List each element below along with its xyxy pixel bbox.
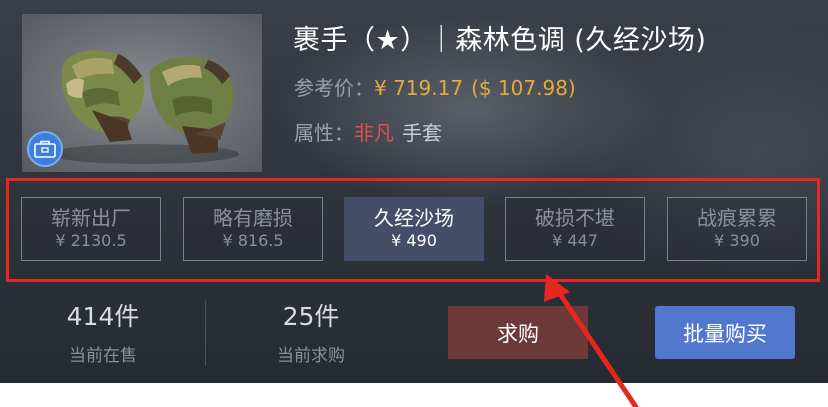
case-icon-glyph xyxy=(34,140,56,158)
item-title: 裹手（★）｜森林色调 (久经沙场) xyxy=(293,25,707,56)
price-cny: ¥ 719.17 xyxy=(374,76,464,100)
rarity-tag: 非凡 xyxy=(354,121,394,145)
wear-name: 略有磨损 xyxy=(213,206,293,230)
wear-price: ¥ 490 xyxy=(391,231,437,250)
stats-divider xyxy=(205,300,206,366)
on-sale-count: 414件 xyxy=(66,302,140,331)
bulk-buy-button[interactable]: 批量购买 xyxy=(655,306,795,359)
attr-label: 属性： xyxy=(294,121,354,145)
wear-price: ¥ 447 xyxy=(552,231,598,250)
on-sale-label: 当前在售 xyxy=(69,346,137,366)
wanted-label: 当前求购 xyxy=(277,346,345,366)
wanted-stat[interactable]: 25件 当前求购 xyxy=(236,300,386,366)
wear-option-minimal-wear[interactable]: 略有磨损 ¥ 816.5 xyxy=(183,197,323,261)
case-icon[interactable] xyxy=(27,131,63,167)
on-sale-stat[interactable]: 414件 当前在售 xyxy=(28,300,178,366)
wear-option-well-worn[interactable]: 破损不堪 ¥ 447 xyxy=(505,197,645,261)
wear-option-battle-scarred[interactable]: 战痕累累 ¥ 390 xyxy=(667,197,807,261)
wear-option-field-tested[interactable]: 久经沙场 ¥ 490 xyxy=(344,197,484,261)
type-tag: 手套 xyxy=(402,121,442,145)
wear-name: 久经沙场 xyxy=(374,206,454,230)
item-detail-panel: 裹手（★）｜森林色调 (久经沙场) 参考价：¥ 719.17 ($ 107.98)… xyxy=(0,0,828,383)
wanted-count: 25件 xyxy=(282,302,340,331)
wear-price: ¥ 816.5 xyxy=(222,231,284,250)
wear-option-factory-new[interactable]: 崭新出厂 ¥ 2130.5 xyxy=(21,197,161,261)
wear-name: 战痕累累 xyxy=(697,206,777,230)
price-label: 参考价： xyxy=(294,76,374,100)
item-attributes: 属性：非凡 手套 xyxy=(294,117,442,146)
want-to-buy-button[interactable]: 求购 xyxy=(448,306,588,359)
wear-name: 崭新出厂 xyxy=(51,206,131,230)
wear-name: 破损不堪 xyxy=(535,206,615,230)
reference-price: 参考价：¥ 719.17 ($ 107.98) xyxy=(294,72,576,101)
wear-price: ¥ 2130.5 xyxy=(55,231,127,250)
wear-price: ¥ 390 xyxy=(714,231,760,250)
price-usd: ($ 107.98) xyxy=(471,76,576,100)
